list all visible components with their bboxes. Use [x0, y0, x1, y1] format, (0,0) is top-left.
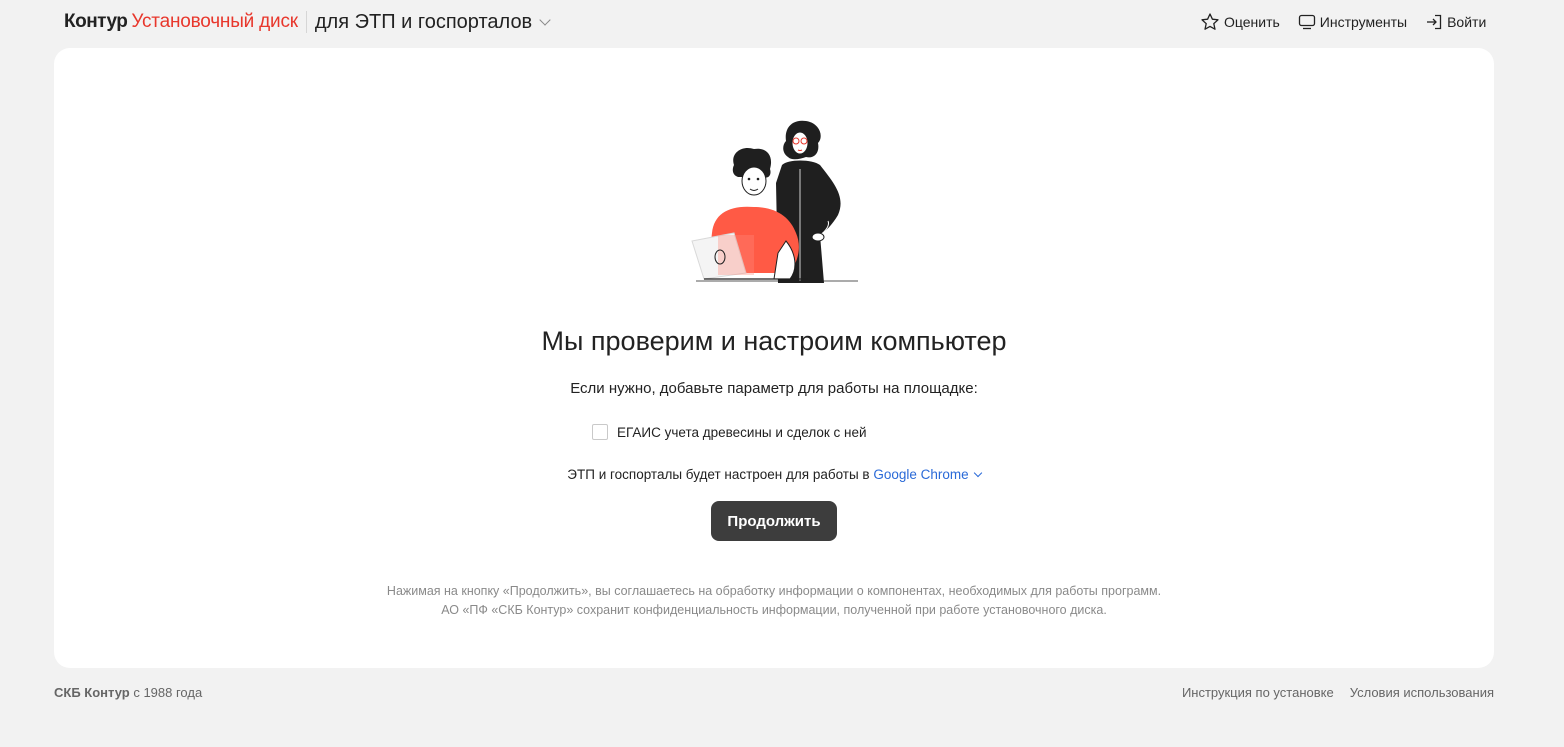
footer-company: СКБ Контур	[54, 685, 130, 700]
login-button[interactable]: Войти	[1425, 13, 1486, 31]
install-guide-link[interactable]: Инструкция по установке	[1182, 685, 1334, 700]
people-at-laptop-illustration	[691, 120, 858, 283]
section-selector[interactable]: для ЭТП и госпорталов	[314, 10, 551, 34]
continue-button[interactable]: Продолжить	[711, 501, 837, 541]
login-icon	[1427, 14, 1442, 30]
product-name[interactable]: Установочный диск	[131, 11, 298, 33]
top-actions: Оценить Инструменты Войти	[1200, 10, 1564, 34]
browser-row: ЭТП и госпорталы будет настроен для рабо…	[54, 467, 1494, 482]
egais-option[interactable]: ЕГАИС учета древесины и сделок с ней	[592, 424, 867, 440]
section-label: для ЭТП и госпорталов	[314, 10, 533, 33]
star-icon	[1201, 13, 1219, 30]
browser-prefix: ЭТП и госпорталы будет настроен для рабо…	[567, 467, 870, 482]
monitor-icon	[1298, 14, 1315, 30]
footer-copyright: СКБ Контур с 1988 года	[54, 685, 202, 700]
page-title: Мы проверим и настроим компьютер	[541, 326, 1007, 356]
browser-selector[interactable]: Google Chrome	[873, 467, 982, 482]
disclaimer: Нажимая на кнопку «Продолжить», вы согла…	[54, 582, 1494, 620]
tools-button[interactable]: Инструменты	[1298, 13, 1407, 31]
chevron-down-icon	[539, 14, 551, 26]
egais-checkbox[interactable]	[592, 424, 608, 440]
rate-label: Оценить	[1224, 14, 1280, 30]
kontur-logo[interactable]: Контур	[64, 11, 128, 33]
footer-links: Инструкция по установке Условия использо…	[1166, 685, 1494, 700]
terms-link[interactable]: Условия использования	[1350, 685, 1494, 700]
header: Контур Установочный диск для ЭТП и госпо…	[0, 0, 1564, 44]
page-subtitle: Если нужно, добавьте параметр для работы…	[570, 380, 978, 397]
login-label: Войти	[1447, 14, 1487, 30]
brand[interactable]: Контур Установочный диск для ЭТП и госпо…	[64, 9, 551, 35]
footer-since: с 1988 года	[133, 685, 203, 700]
brand-divider	[305, 11, 307, 33]
main-card: Мы проверим и настроим компьютер Если ну…	[54, 48, 1494, 668]
rate-button[interactable]: Оценить	[1200, 12, 1280, 32]
tools-label: Инструменты	[1319, 14, 1408, 30]
disclaimer-line-2: АО «ПФ «СКБ Контур» сохранит конфиденциа…	[441, 603, 1107, 617]
egais-checkbox-label: ЕГАИС учета древесины и сделок с ней	[617, 424, 867, 440]
browser-name: Google Chrome	[873, 467, 969, 482]
chevron-down-icon	[973, 468, 982, 478]
disclaimer-line-1: Нажимая на кнопку «Продолжить», вы согла…	[386, 584, 1162, 598]
